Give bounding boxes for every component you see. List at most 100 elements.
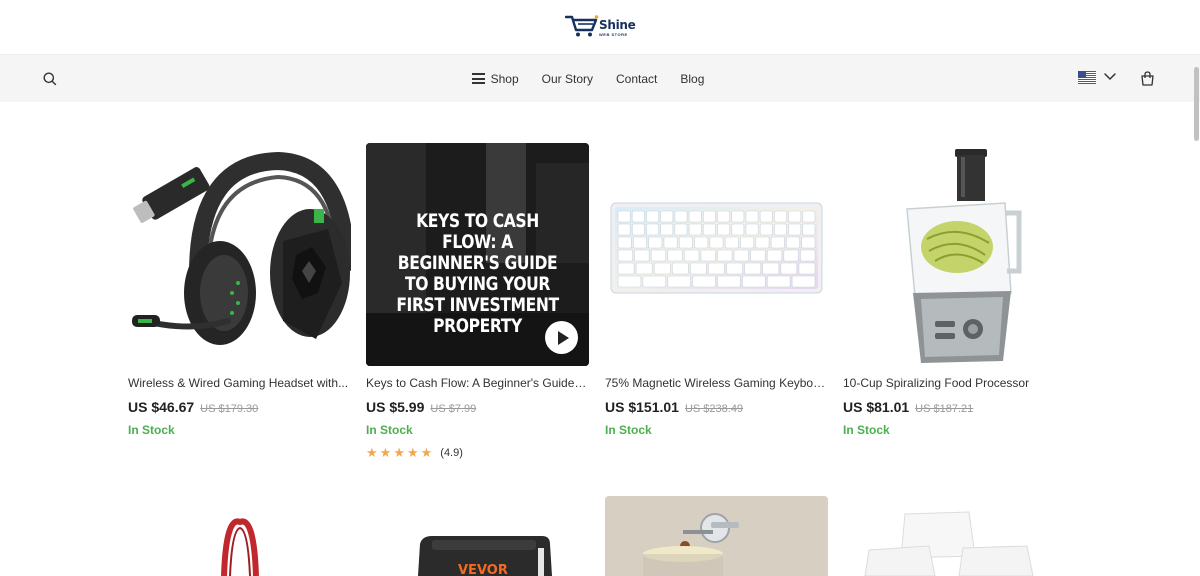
product-image-wall-lamp[interactable] — [605, 496, 828, 576]
product-image-tote-bag[interactable] — [128, 496, 351, 576]
wall-lamp-illustration — [605, 496, 828, 576]
keycap — [801, 236, 816, 249]
keycap — [783, 249, 799, 262]
keycap — [653, 262, 671, 275]
product-title[interactable]: 75% Magnetic Wireless Gaming Keyboa... — [605, 376, 828, 390]
nav-shop[interactable]: Shop — [471, 71, 519, 86]
play-icon[interactable] — [545, 321, 578, 354]
product-card[interactable]: 10-Cup Spiralizing Food Processor US $81… — [843, 143, 1066, 437]
product-old-price: US $187.21 — [915, 403, 974, 415]
keycap — [774, 210, 787, 223]
keycap — [770, 236, 785, 249]
keycap — [759, 223, 773, 236]
keycap — [694, 236, 709, 249]
price-row: US $81.01 US $187.21 — [843, 399, 1066, 415]
headset-illustration — [132, 151, 351, 345]
page-scrollbar[interactable] — [1194, 55, 1200, 576]
product-image-plates[interactable] — [843, 496, 1066, 576]
keycap — [631, 210, 645, 223]
keycap — [717, 223, 731, 236]
logo-text: Shine — [599, 18, 636, 32]
price-row: US $5.99 US $7.99 — [366, 399, 589, 415]
product-old-price: US $7.99 — [430, 403, 477, 415]
product-card[interactable]: Keys to Cash Flow: A Beginner's Guide to… — [366, 143, 589, 459]
nav-shop-label: Shop — [490, 71, 519, 86]
product-image-headset[interactable] — [128, 143, 351, 366]
product-image-ebook[interactable]: Keys to Cash Flow: A Beginner's Guide to… — [366, 143, 589, 366]
keycap — [674, 223, 688, 236]
product-old-price: US $238.49 — [684, 403, 744, 415]
star-icon: ★ — [379, 445, 392, 460]
stock-status: In Stock — [605, 423, 652, 437]
keycap — [731, 210, 745, 223]
nav-our-story[interactable]: Our Story — [542, 72, 593, 86]
keycap — [667, 249, 683, 262]
keycap — [692, 275, 716, 288]
keycap — [800, 249, 816, 262]
nav-blog[interactable]: Blog — [680, 72, 704, 86]
keycap — [740, 236, 755, 249]
keycap — [660, 223, 674, 236]
rating-value: (4.9) — [440, 446, 463, 459]
shine-logo[interactable]: Shine WEB STORE — [565, 14, 636, 40]
keycap — [755, 236, 770, 249]
keycap — [650, 249, 667, 262]
search-icon[interactable] — [42, 71, 58, 87]
keycap — [702, 210, 716, 223]
hamburger-icon — [471, 73, 485, 84]
keycap — [617, 262, 635, 275]
top-header: Shine WEB STORE — [0, 0, 1200, 55]
stock-status: In Stock — [366, 423, 413, 437]
keycap — [700, 249, 716, 262]
main-navbar: Shop Our Story Contact Blog — [0, 55, 1200, 102]
price-row: US $151.01 US $238.49 — [605, 399, 828, 415]
product-card[interactable]: Wireless & Wired Gaming Headset with... … — [128, 143, 351, 437]
keycap — [678, 236, 693, 249]
keycap — [684, 249, 700, 262]
keycap — [671, 262, 689, 275]
price-row: US $46.67 US $179.30 — [128, 399, 351, 415]
shopping-bag-icon[interactable] — [1140, 71, 1155, 86]
tool-case-illustration: VEVOR — [418, 536, 552, 576]
keycap — [717, 210, 731, 223]
keycap — [766, 249, 783, 262]
keycap — [766, 275, 791, 288]
keycap — [617, 249, 633, 262]
keycap — [745, 210, 759, 223]
product-price: US $5.99 — [366, 399, 425, 415]
nav-contact[interactable]: Contact — [616, 72, 657, 86]
keycap — [646, 223, 659, 236]
keycap — [690, 262, 707, 275]
logo-subtext: WEB STORE — [599, 32, 628, 37]
keycap — [660, 210, 674, 223]
keycap — [786, 236, 800, 249]
product-image-food-processor[interactable] — [843, 143, 1066, 366]
keycap — [674, 210, 688, 223]
product-card[interactable]: 75% Magnetic Wireless Gaming Keyboa... U… — [605, 143, 828, 437]
keycap — [791, 275, 816, 288]
product-card[interactable] — [843, 496, 1066, 576]
keycap — [762, 262, 780, 275]
product-title[interactable]: Wireless & Wired Gaming Headset with... — [128, 376, 351, 390]
ebook-cover-title: Keys to Cash Flow: A Beginner's Guide to… — [396, 210, 559, 337]
keycap — [745, 223, 759, 236]
product-image-tool-case[interactable]: VEVOR — [366, 496, 589, 576]
product-title[interactable]: Keys to Cash Flow: A Beginner's Guide t.… — [366, 376, 589, 390]
product-title[interactable]: 10-Cup Spiralizing Food Processor — [843, 376, 1066, 390]
scrollbar-thumb[interactable] — [1194, 67, 1199, 141]
product-card[interactable] — [128, 496, 351, 576]
keycap — [635, 262, 653, 275]
keycap — [663, 236, 678, 249]
keycap — [709, 236, 724, 249]
product-card[interactable] — [605, 496, 828, 576]
us-flag-icon[interactable] — [1078, 71, 1096, 84]
keycap — [648, 236, 663, 249]
chevron-down-icon[interactable] — [1103, 72, 1117, 82]
product-image-keyboard[interactable] — [605, 143, 828, 366]
product-old-price: US $179.30 — [200, 403, 259, 415]
star-icon: ★ — [406, 445, 419, 460]
vevor-brand-text: VEVOR — [458, 563, 508, 576]
product-card[interactable]: VEVOR — [366, 496, 589, 576]
stock-status: In Stock — [843, 423, 890, 437]
keycap — [646, 210, 659, 223]
